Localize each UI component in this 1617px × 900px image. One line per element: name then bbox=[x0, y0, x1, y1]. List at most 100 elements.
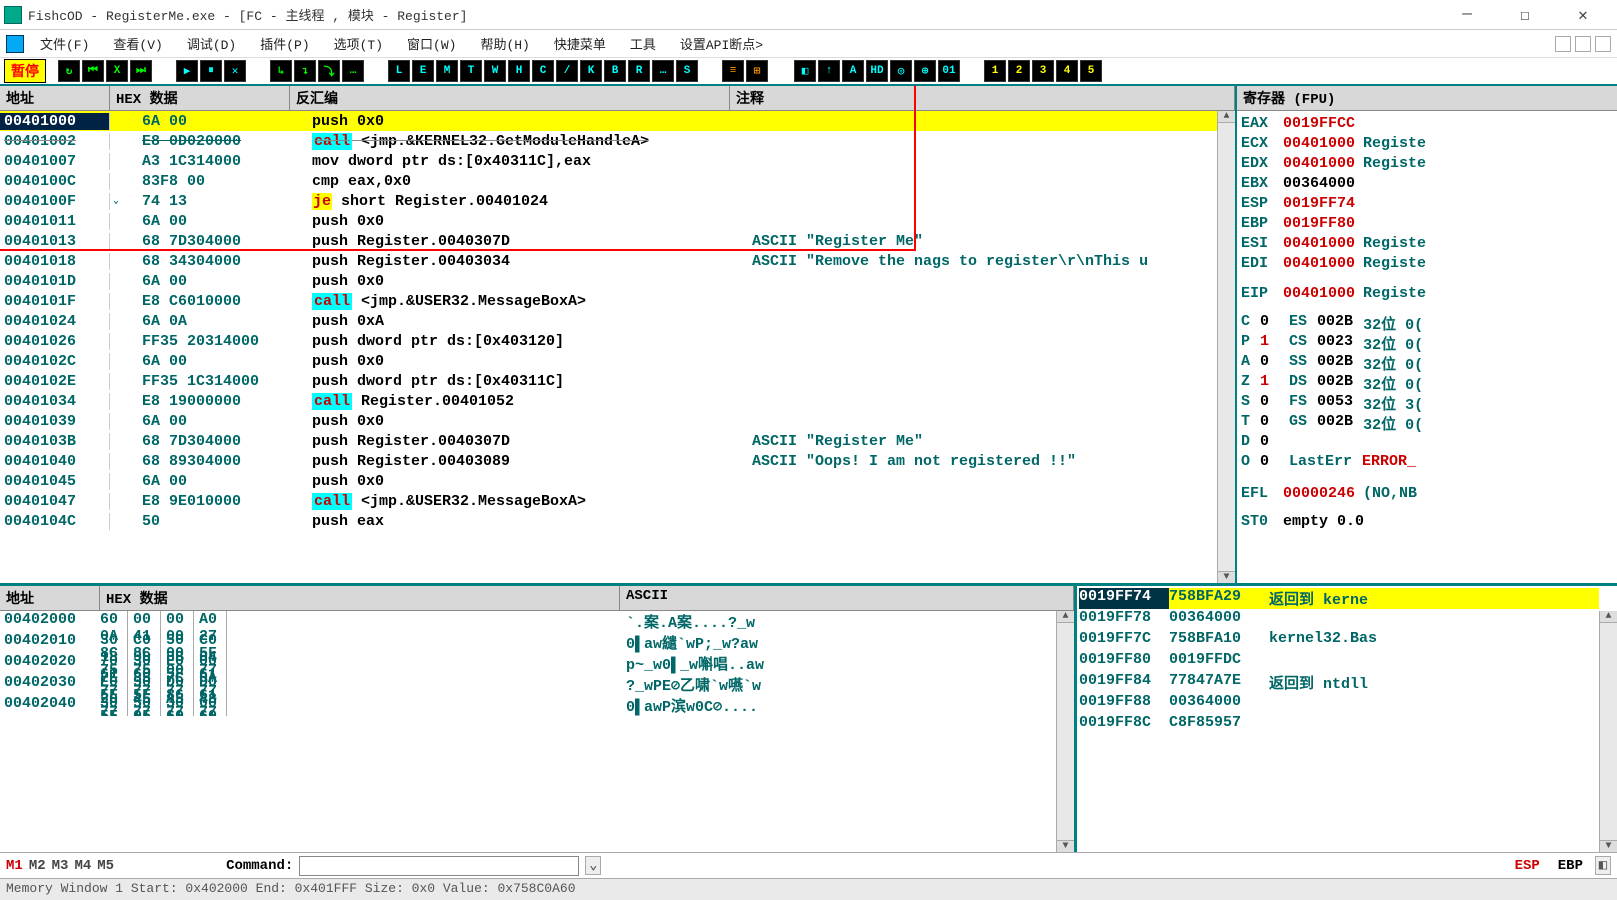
menu-item-4[interactable]: 选项(T) bbox=[328, 32, 389, 55]
toolbar-btn-2-3[interactable]: … bbox=[342, 60, 364, 82]
disasm-row[interactable]: 004010396A 00push 0x0 bbox=[0, 411, 1217, 431]
toolbar-btn-3-2[interactable]: M bbox=[436, 60, 458, 82]
toolbar-btn-3-11[interactable]: … bbox=[652, 60, 674, 82]
toolbar-btn-3-0[interactable]: L bbox=[388, 60, 410, 82]
register-row[interactable]: ESP0019FF74 bbox=[1241, 193, 1613, 213]
toolbar-btn-0-3[interactable]: ⏭ bbox=[130, 60, 152, 82]
menu-item-2[interactable]: 调试(D) bbox=[181, 32, 242, 55]
command-input[interactable] bbox=[299, 856, 579, 876]
disasm-row[interactable]: 0040104068 89304000push Register.0040308… bbox=[0, 451, 1217, 471]
disasm-row[interactable]: 0040100C83F8 00cmp eax,0x0 bbox=[0, 171, 1217, 191]
minimize-button[interactable]: — bbox=[1447, 5, 1487, 25]
dump-scrollbar[interactable] bbox=[1056, 611, 1074, 852]
disasm-row[interactable]: 004010116A 00push 0x0 bbox=[0, 211, 1217, 231]
dump-row[interactable]: 00402020707E5F7730855F77E07C8677000A6177… bbox=[0, 653, 1056, 674]
register-row[interactable]: EBP0019FF80 bbox=[1241, 213, 1613, 233]
register-row[interactable]: EIP00401000Registe bbox=[1241, 283, 1613, 303]
disasm-row[interactable]: 0040104C50push eax bbox=[0, 511, 1217, 531]
toolbar-btn-3-4[interactable]: W bbox=[484, 60, 506, 82]
toolbar-btn-5-5[interactable]: ⊕ bbox=[914, 60, 936, 82]
cmd-dropdown-icon[interactable]: ⌄ bbox=[585, 856, 601, 875]
register-row[interactable]: EBX00364000 bbox=[1241, 173, 1613, 193]
disasm-row[interactable]: 004010246A 0Apush 0xA bbox=[0, 311, 1217, 331]
menu-item-5[interactable]: 窗口(W) bbox=[401, 32, 462, 55]
disasm-row[interactable]: 0040100F⌄74 13je short Register.00401024 bbox=[0, 191, 1217, 211]
disasm-row[interactable]: 00401034E8 19000000call Register.0040105… bbox=[0, 391, 1217, 411]
disasm-scrollbar[interactable] bbox=[1217, 111, 1235, 583]
toolbar-btn-6-2[interactable]: 3 bbox=[1032, 60, 1054, 82]
stack-row[interactable]: 0019FF7C758BFA10kernel32.Bas bbox=[1079, 630, 1599, 651]
stack-row[interactable]: 0019FF7800364000 bbox=[1079, 609, 1599, 630]
stack-row[interactable]: 0019FF8800364000 bbox=[1079, 693, 1599, 714]
menu-item-8[interactable]: 工具 bbox=[624, 32, 662, 55]
mdi-close-icon[interactable] bbox=[1595, 36, 1611, 52]
mdi-restore-icon[interactable] bbox=[1575, 36, 1591, 52]
flag-row[interactable]: D0 bbox=[1241, 433, 1613, 453]
toolbar-btn-6-0[interactable]: 1 bbox=[984, 60, 1006, 82]
toolbar-btn-4-1[interactable]: ⊞ bbox=[746, 60, 768, 82]
stack-row[interactable]: 0019FF74758BFA29返回到 kerne bbox=[1079, 588, 1599, 609]
toolbar-btn-5-0[interactable]: ◧ bbox=[794, 60, 816, 82]
stack-scrollbar[interactable] bbox=[1599, 611, 1617, 852]
col-disasm[interactable]: 反汇编 bbox=[290, 86, 730, 110]
menu-item-1[interactable]: 查看(V) bbox=[107, 32, 168, 55]
flag-row[interactable]: P1CS002332位 0( bbox=[1241, 333, 1613, 353]
memory-dump-pane[interactable]: 地址 HEX 数据 ASCII 00402000600A8C7500418C75… bbox=[0, 586, 1077, 852]
register-row[interactable]: EDI00401000Registe bbox=[1241, 253, 1613, 273]
register-row[interactable]: EDX00401000Registe bbox=[1241, 153, 1613, 173]
toolbar-btn-0-2[interactable]: X bbox=[106, 60, 128, 82]
registers-pane[interactable]: 寄存器 (FPU) EAX0019FFCCECX00401000RegisteE… bbox=[1237, 86, 1617, 583]
toolbar-btn-3-8[interactable]: K bbox=[580, 60, 602, 82]
dump-col-addr[interactable]: 地址 bbox=[0, 586, 100, 610]
toolbar-btn-3-10[interactable]: R bbox=[628, 60, 650, 82]
dump-row[interactable]: 00402030E0205F775045055AD0A56077D0486077… bbox=[0, 674, 1056, 695]
menu-item-7[interactable]: 快捷菜单 bbox=[548, 32, 612, 55]
extra-nav-icon[interactable]: ◧ bbox=[1595, 856, 1611, 875]
toolbar-btn-3-12[interactable]: S bbox=[676, 60, 698, 82]
dump-row[interactable]: 00402000600A8C7500418C7500000000A0275F77… bbox=[0, 611, 1056, 632]
menu-item-0[interactable]: 文件(F) bbox=[34, 32, 95, 55]
disasm-row[interactable]: 0040101368 7D304000push Register.0040307… bbox=[0, 231, 1217, 251]
toolbar-btn-5-4[interactable]: ◎ bbox=[890, 60, 912, 82]
toolbar-btn-1-0[interactable]: ▶ bbox=[176, 60, 198, 82]
dump-row[interactable]: 0040204030146177509C5F773043055A00000000… bbox=[0, 695, 1056, 716]
memtab-m3[interactable]: M3 bbox=[52, 858, 69, 874]
mdi-min-icon[interactable] bbox=[1555, 36, 1571, 52]
toolbar-btn-6-3[interactable]: 4 bbox=[1056, 60, 1078, 82]
toolbar-btn-3-9[interactable]: B bbox=[604, 60, 626, 82]
disassembly-pane[interactable]: 地址 HEX 数据 反汇编 注释 004010006A 00push 0x000… bbox=[0, 86, 1237, 583]
stack-row[interactable]: 0019FF800019FFDC bbox=[1079, 651, 1599, 672]
toolbar-btn-2-2[interactable]: ⤵ bbox=[318, 60, 340, 82]
flag-row[interactable]: S0FS005332位 3( bbox=[1241, 393, 1613, 413]
dump-col-hex[interactable]: HEX 数据 bbox=[100, 586, 620, 610]
toolbar-btn-5-1[interactable]: ↑ bbox=[818, 60, 840, 82]
disasm-row[interactable]: 0040101FE8 C6010000call <jmp.&USER32.Mes… bbox=[0, 291, 1217, 311]
ebp-button[interactable]: EBP bbox=[1558, 858, 1583, 874]
disasm-row[interactable]: 0040102C6A 00push 0x0 bbox=[0, 351, 1217, 371]
memtab-m4[interactable]: M4 bbox=[74, 858, 91, 874]
toolbar-btn-3-1[interactable]: E bbox=[412, 60, 434, 82]
toolbar-btn-0-1[interactable]: ⏮ bbox=[82, 60, 104, 82]
col-hex[interactable]: HEX 数据 bbox=[110, 86, 290, 110]
toolbar-btn-6-1[interactable]: 2 bbox=[1008, 60, 1030, 82]
disasm-row[interactable]: 00401007A3 1C314000mov dword ptr ds:[0x4… bbox=[0, 151, 1217, 171]
register-row[interactable]: ESI00401000Registe bbox=[1241, 233, 1613, 253]
flag-row[interactable]: O0LastErrERROR_ bbox=[1241, 453, 1613, 473]
esp-button[interactable]: ESP bbox=[1515, 858, 1540, 874]
menu-item-6[interactable]: 帮助(H) bbox=[474, 32, 535, 55]
disasm-row[interactable]: 0040102EFF35 1C314000push dword ptr ds:[… bbox=[0, 371, 1217, 391]
flag-row[interactable]: A0SS002B32位 0( bbox=[1241, 353, 1613, 373]
stack-row[interactable]: 0019FF8477847A7E返回到 ntdll bbox=[1079, 672, 1599, 693]
disasm-row[interactable]: 0040101D6A 00push 0x0 bbox=[0, 271, 1217, 291]
toolbar-btn-3-6[interactable]: C bbox=[532, 60, 554, 82]
toolbar-btn-3-3[interactable]: T bbox=[460, 60, 482, 82]
register-row[interactable]: ECX00401000Registe bbox=[1241, 133, 1613, 153]
disasm-row[interactable]: 00401047E8 9E010000call <jmp.&USER32.Mes… bbox=[0, 491, 1217, 511]
disasm-row[interactable]: 004010456A 00push 0x0 bbox=[0, 471, 1217, 491]
flag-row[interactable]: T0GS002B32位 0( bbox=[1241, 413, 1613, 433]
dump-col-ascii[interactable]: ASCII bbox=[620, 586, 1074, 610]
toolbar-btn-4-0[interactable]: ≡ bbox=[722, 60, 744, 82]
toolbar-btn-3-5[interactable]: H bbox=[508, 60, 530, 82]
maximize-button[interactable]: ☐ bbox=[1505, 5, 1545, 25]
disasm-row[interactable]: 00401026FF35 20314000push dword ptr ds:[… bbox=[0, 331, 1217, 351]
